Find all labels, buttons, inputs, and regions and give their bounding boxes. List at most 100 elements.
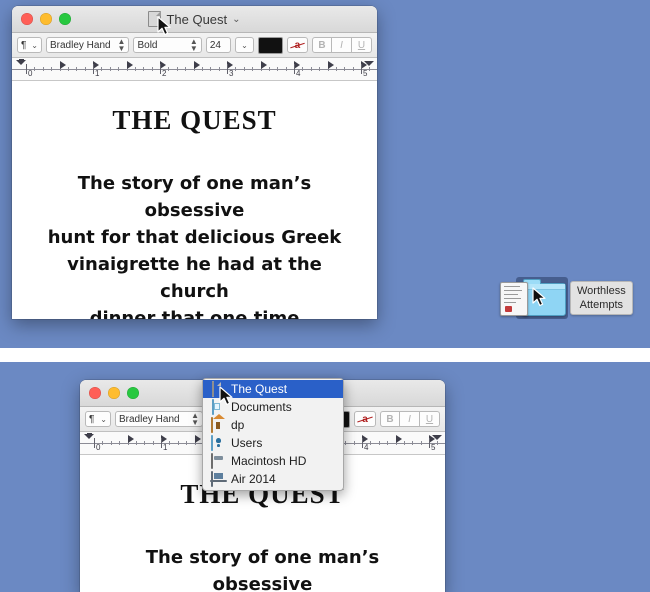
ruler-minor-tick	[152, 441, 154, 445]
label-line-2: Attempts	[579, 299, 624, 311]
document-line: The story of one man’s obsessive	[77, 173, 312, 221]
font-size-menu-button[interactable]: ⌄	[234, 37, 255, 53]
hard-drive-icon	[211, 453, 225, 469]
font-style-value: Bold	[137, 39, 158, 51]
ruler-minor-tick	[335, 67, 337, 71]
stepper-icon: ▲ ▼	[117, 37, 126, 53]
text-color-swatch[interactable]	[258, 36, 283, 54]
minimize-button[interactable]	[108, 387, 120, 399]
ruler-number: 1	[95, 69, 100, 78]
window-title-group[interactable]: The Quest ⌄	[12, 6, 377, 32]
underline-button[interactable]: U	[420, 411, 440, 427]
chevron-down-icon: ⌄	[100, 414, 107, 424]
ruler-tab-marker[interactable]	[193, 61, 200, 69]
ruler-major-tick	[160, 64, 161, 74]
ruler-number: 4	[296, 69, 301, 78]
ruler-minor-tick	[76, 67, 78, 71]
ruler-first-line-indent[interactable]	[87, 433, 92, 435]
ruler-right-indent-marker[interactable]	[364, 61, 374, 66]
bold-button[interactable]: B	[380, 411, 400, 427]
text-style-group[interactable]: B I U	[312, 37, 372, 53]
menu-item-dp[interactable]: dp	[203, 416, 343, 434]
desktop-bottom-panel: ¶ ⌄ Bradley Hand ▲▼ a B I U	[0, 362, 650, 592]
ruler-major-tick	[362, 438, 363, 448]
desktop-drop-target[interactable]: Worthless Attempts	[500, 275, 640, 325]
menu-item-the-quest[interactable]: The Quest	[203, 380, 343, 398]
bold-button[interactable]: B	[312, 37, 332, 53]
ruler-major-tick	[161, 438, 162, 448]
chevron-down-icon[interactable]: ⌄	[232, 14, 240, 25]
ruler-minor-tick	[168, 67, 170, 71]
menu-item-label: Macintosh HD	[231, 454, 307, 468]
ruler-minor-tick	[387, 441, 389, 445]
paragraph-icon: ¶	[89, 413, 95, 425]
dragged-document-icon[interactable]	[500, 282, 528, 316]
text-color-clear-button[interactable]: a	[286, 37, 308, 53]
ruler-tab-marker[interactable]	[59, 61, 66, 69]
menu-item-macintosh-hd[interactable]: Macintosh HD	[203, 452, 343, 470]
paragraph-style-menu[interactable]: ¶ ⌄	[17, 37, 42, 53]
format-toolbar-top[interactable]: ¶ ⌄ Bradley Hand ▲ ▼ Bold ▲ ▼ 24 ⌄ B I U	[12, 33, 377, 58]
ruler-tab-marker[interactable]	[327, 61, 334, 69]
ruler-minor-tick	[101, 67, 103, 71]
ruler-minor-tick	[252, 67, 254, 71]
text-color-clear-button[interactable]: a	[354, 411, 376, 427]
menu-item-users[interactable]: Users	[203, 434, 343, 452]
ruler-minor-tick	[119, 441, 121, 445]
ruler-minor-tick	[151, 67, 153, 71]
ruler-top[interactable]: 0 1 2 3 4 5	[12, 58, 377, 81]
ruler-minor-tick	[176, 67, 178, 71]
chevron-down-icon: ⌄	[241, 40, 248, 50]
font-family-select[interactable]: Bradley Hand ▲ ▼	[45, 37, 130, 53]
font-size-input[interactable]: 24	[205, 37, 231, 53]
ruler-minor-tick	[201, 67, 203, 71]
italic-button[interactable]: I	[332, 37, 352, 53]
traffic-lights-bottom[interactable]	[89, 387, 139, 399]
ruler-minor-tick	[369, 67, 371, 71]
menu-item-air-2014[interactable]: Air 2014	[203, 470, 343, 488]
titlebar-top[interactable]: The Quest ⌄	[12, 6, 377, 33]
document-page-top[interactable]: THE QUEST The story of one man’s obsessi…	[12, 81, 377, 319]
stepper-icon: ▲ ▼	[191, 411, 199, 427]
paragraph-style-menu[interactable]: ¶ ⌄	[85, 411, 111, 427]
ruler-minor-tick	[378, 441, 380, 445]
documents-folder-icon	[211, 399, 225, 415]
ruler-tab-marker[interactable]	[126, 61, 133, 69]
ruler-tab-marker[interactable]	[127, 435, 134, 443]
ruler-minor-tick	[210, 67, 212, 71]
font-style-select[interactable]: Bold ▲ ▼	[133, 37, 202, 53]
ruler-right-indent-marker[interactable]	[432, 435, 442, 440]
ruler-tab-marker[interactable]	[395, 435, 402, 443]
ruler-minor-tick	[42, 67, 44, 71]
ruler-minor-tick	[235, 67, 237, 71]
ruler-minor-tick	[345, 441, 347, 445]
ruler-minor-tick	[243, 67, 245, 71]
ruler-minor-tick	[118, 67, 120, 71]
text-style-group[interactable]: B I U	[380, 411, 440, 427]
ruler-number: 0	[28, 69, 33, 78]
ruler-minor-tick	[110, 441, 112, 445]
document-line: vinaigrette he had at the church	[67, 254, 322, 302]
ruler-minor-tick	[177, 441, 179, 445]
ruler-tab-marker[interactable]	[260, 61, 267, 69]
font-family-select[interactable]: Bradley Hand ▲ ▼	[115, 411, 203, 427]
ruler-minor-tick	[134, 67, 136, 71]
ruler-major-tick	[26, 64, 27, 74]
document-body-top: The story of one man’s obsessive hunt fo…	[12, 170, 377, 319]
ruler-number: 0	[96, 443, 101, 452]
document-icon	[211, 381, 225, 397]
document-body-bottom: The story of one man’s obsessive hunt fo…	[80, 544, 445, 592]
zoom-button[interactable]	[127, 387, 139, 399]
ruler-first-line-indent[interactable]	[19, 59, 24, 61]
ruler-minor-tick	[268, 67, 270, 71]
ruler-number: 2	[162, 69, 167, 78]
underline-button[interactable]: U	[352, 37, 372, 53]
blue-folder-icon[interactable]	[522, 279, 566, 316]
italic-button[interactable]: I	[400, 411, 420, 427]
document-path-menu[interactable]: The Quest Documents dp Users Macintosh H…	[202, 378, 344, 491]
ruler-minor-tick	[285, 67, 287, 71]
ruler-minor-tick	[51, 67, 53, 71]
textedit-window-top[interactable]: The Quest ⌄ ¶ ⌄ Bradley Hand ▲ ▼ Bold ▲ ▼	[12, 6, 377, 319]
ruler-tab-marker[interactable]	[194, 435, 201, 443]
close-button[interactable]	[89, 387, 101, 399]
